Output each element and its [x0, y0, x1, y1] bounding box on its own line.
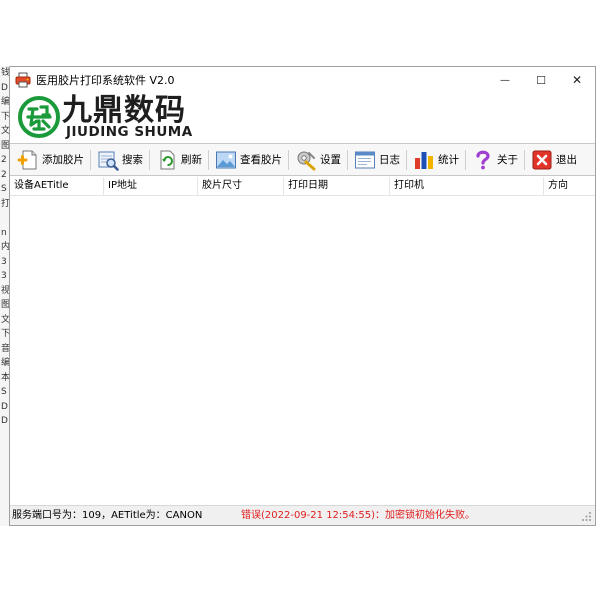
window-title: 医用胶片打印系统软件 V2.0 — [36, 74, 175, 87]
search-button[interactable]: 搜索 — [94, 146, 146, 174]
toolbar-separator — [149, 149, 150, 170]
column-header-orientation[interactable]: 方向 — [544, 177, 595, 195]
close-icon: ✕ — [571, 73, 583, 87]
refresh-icon — [160, 150, 175, 169]
exit-button[interactable]: 退出 — [528, 146, 580, 174]
toolbar-separator — [288, 149, 289, 170]
add-film-button[interactable]: 添加胶片 — [14, 146, 87, 174]
title-bar[interactable]: 医用胶片打印系统软件 V2.0 — ☐ ✕ — [10, 67, 595, 93]
log-window-icon — [355, 151, 375, 168]
column-header-print-date[interactable]: 打印日期 — [284, 177, 390, 195]
film-list[interactable] — [10, 196, 595, 505]
column-header-ip[interactable]: IP地址 — [104, 177, 198, 195]
view-film-button[interactable]: 查看胶片 — [212, 146, 285, 174]
add-document-icon — [17, 150, 37, 169]
bar-chart-icon — [415, 151, 433, 169]
background-window-strip: 钱 D 编 下 文 图 2 2 S 打 n 内 3 3 视 图 文 下 音 编 … — [0, 66, 9, 526]
about-button[interactable]: 关于 — [469, 146, 521, 174]
toolbar-separator — [347, 149, 348, 170]
column-header-printer[interactable]: 打印机 — [390, 177, 544, 195]
toolbar-separator — [524, 149, 525, 170]
logo-english-text: JIUDING SHUMA — [66, 124, 193, 140]
stats-button[interactable]: 统计 — [410, 146, 462, 174]
toolbar: 添加胶片 搜索 刷新 查看胶片 设置 日志 统计 关于 退出 — [10, 144, 595, 176]
question-mark-icon — [476, 150, 490, 169]
exit-icon — [532, 150, 552, 169]
image-icon — [216, 151, 236, 168]
status-bar: 服务端口号为：109，AETitle为：CANON 错误(2022-09-21 … — [10, 505, 595, 525]
error-message-text: 错误(2022-09-21 12:54:55)：加密锁初始化失败。 — [241, 510, 476, 521]
toolbar-separator — [208, 149, 209, 170]
column-header-aetitle[interactable]: 设备AETitle — [10, 177, 104, 195]
app-window: 医用胶片打印系统软件 V2.0 — ☐ ✕ 九鼎数码 JIUDING SHUMA — [9, 66, 596, 526]
minimize-icon: — — [500, 74, 510, 86]
printer-icon — [15, 72, 31, 88]
minimize-button[interactable]: — — [487, 67, 523, 93]
window-controls: — ☐ ✕ — [487, 67, 595, 93]
close-button[interactable]: ✕ — [559, 67, 595, 93]
maximize-icon: ☐ — [536, 73, 546, 87]
server-info-text: 服务端口号为：109，AETitle为：CANON — [12, 510, 203, 521]
table-header: 设备AETitle IP地址 胶片尺寸 打印日期 打印机 方向 — [10, 177, 595, 196]
toolbar-separator — [406, 149, 407, 170]
toolbar-separator — [465, 149, 466, 170]
log-button[interactable]: 日志 — [351, 146, 403, 174]
logo-banner: 九鼎数码 JIUDING SHUMA — [10, 93, 595, 144]
refresh-button[interactable]: 刷新 — [153, 146, 205, 174]
toolbar-separator — [90, 149, 91, 170]
settings-button[interactable]: 设置 — [292, 146, 344, 174]
jiuding-logo-icon — [18, 96, 60, 138]
resize-grip-icon[interactable] — [582, 512, 592, 522]
tools-icon — [297, 151, 316, 170]
search-icon — [98, 151, 119, 171]
maximize-button[interactable]: ☐ — [523, 67, 559, 93]
column-header-film-size[interactable]: 胶片尺寸 — [198, 177, 284, 195]
